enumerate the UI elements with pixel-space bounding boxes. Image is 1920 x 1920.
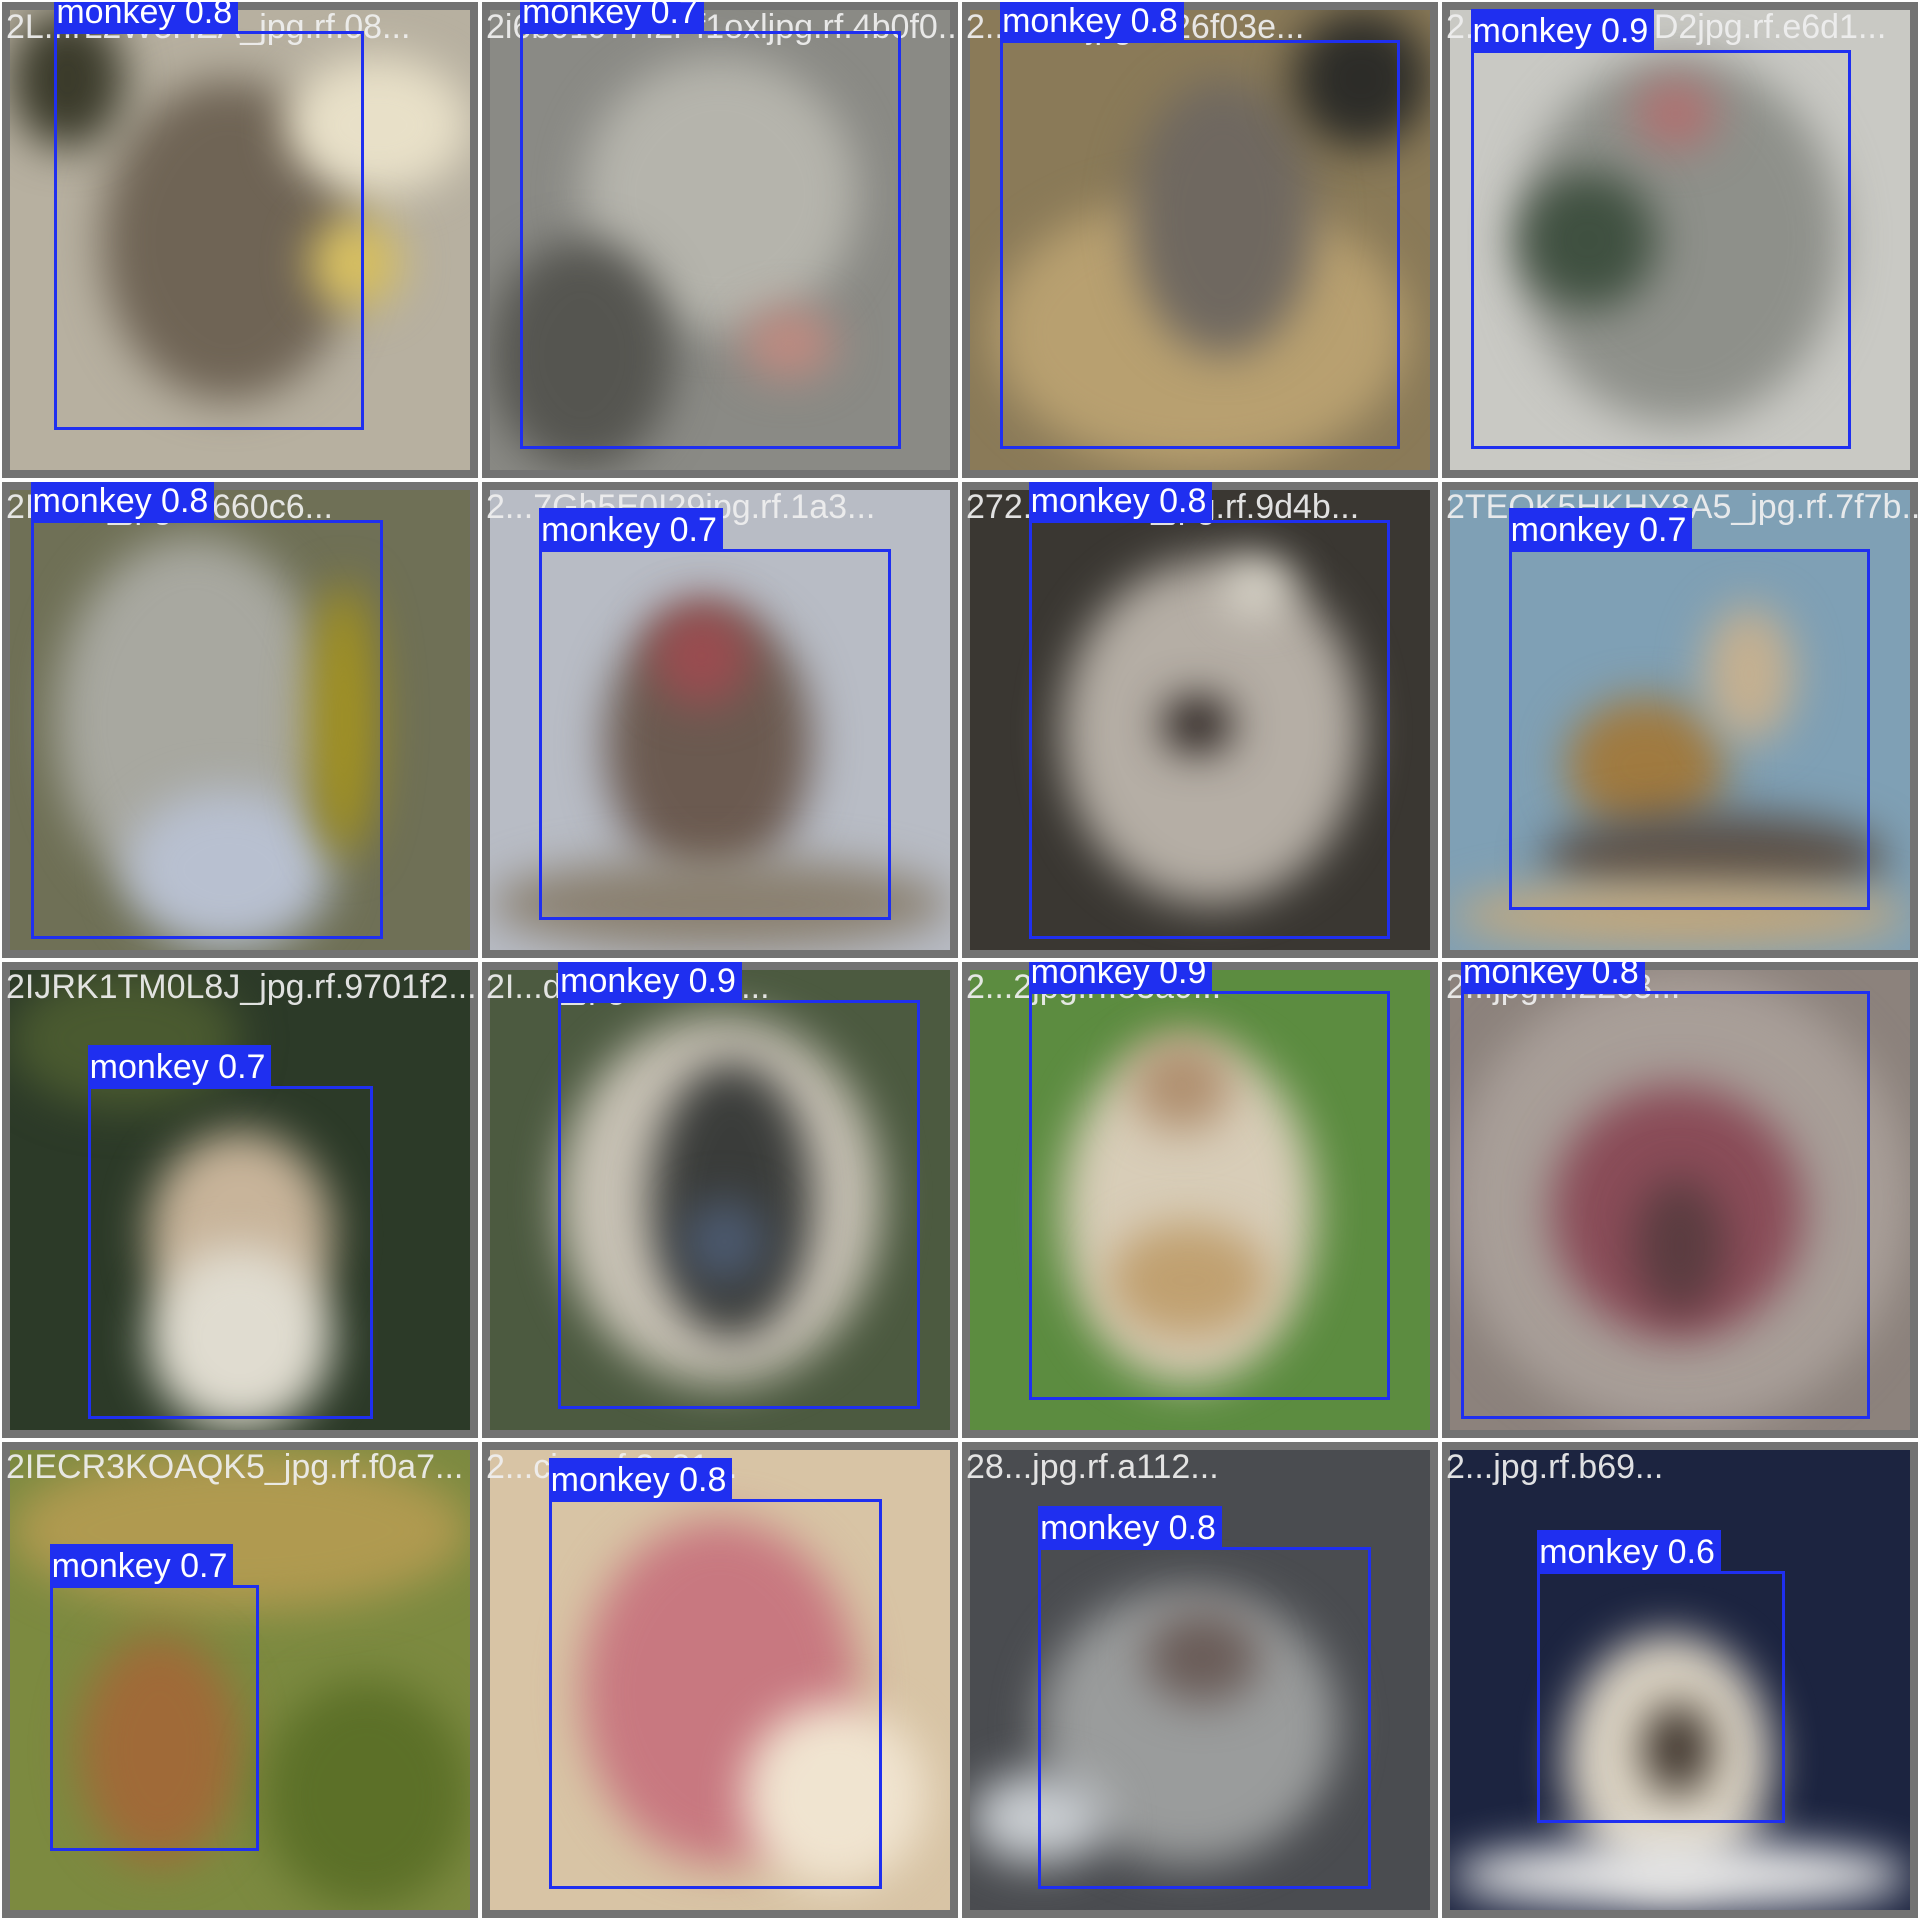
detection-box: monkey 0.8 — [1461, 962, 1871, 1419]
detection-label: monkey 0.8 — [1461, 962, 1645, 994]
image-tile: 272...5D937_jpg.rf.9d4b...monkey 0.8 — [960, 480, 1440, 960]
detection-box: monkey 0.7 — [87, 1044, 374, 1419]
photo-region — [1450, 1841, 1910, 1910]
image-tile: 2I...6G_jpg.rf.660c6...monkey 0.8 — [0, 480, 480, 960]
detection-box: monkey 0.6 — [1537, 1529, 1785, 1823]
image-filename: 2IECR3KOAQK5_jpg.rf.f0a7... — [6, 1448, 464, 1486]
detection-box: monkey 0.9 — [1470, 8, 1852, 450]
detection-box: monkey 0.9 — [558, 962, 920, 1410]
image-tile: 2IJRK1TM0L8J_jpg.rf.9701f2...monkey 0.7 — [0, 960, 480, 1440]
detection-label: monkey 0.8 — [1038, 1505, 1222, 1550]
detection-label: monkey 0.8 — [30, 482, 215, 524]
detection-label: monkey 0.9 — [1470, 8, 1655, 53]
detection-label: monkey 0.7 — [539, 507, 723, 552]
detection-box: monkey 0.8 — [1038, 1505, 1372, 1890]
detection-box: monkey 0.9 — [1028, 962, 1391, 1400]
image-filename: 28...jpg.rf.a112... — [966, 1448, 1219, 1486]
image-tile: 28...jpg.rf.a112... monkey 0.8 — [960, 1440, 1440, 1920]
detection-box: monkey 0.8 — [54, 2, 364, 431]
detection-label: monkey 0.9 — [1028, 962, 1213, 994]
detection-box: monkey 0.7 — [539, 507, 892, 920]
image-filename: 2...jpg.rf.b69... — [1446, 1448, 1664, 1486]
image-tile: 2...cjpg.rf.2c81...monkey 0.8 — [480, 1440, 960, 1920]
image-tile: 2i6b01977f2Pf1oxljpg.rf.4b0f0... monkey 0… — [480, 0, 960, 480]
detection-label: monkey 0.8 — [1028, 482, 1213, 524]
detection-label: monkey 0.7 — [1508, 507, 1693, 552]
image-tile: 2...Gr4D5WI9D2jpg.rf.e6d1... monkey 0.9 — [1440, 0, 1920, 480]
detection-label: monkey 0.7 — [87, 1044, 272, 1089]
detection-box: monkey 0.8 — [30, 482, 383, 939]
photo-region — [263, 1680, 470, 1910]
detection-label: monkey 0.8 — [54, 2, 239, 34]
image-tile: 2I...d_jpg.rf.35ee...monkey 0.9 — [480, 960, 960, 1440]
detection-box: monkey 0.8 — [1000, 2, 1400, 450]
image-filename: 2IJRK1TM0L8J_jpg.rf.9701f2... — [6, 968, 477, 1006]
image-tile: 2...2jpg.rf.e3a0...monkey 0.9 — [960, 960, 1440, 1440]
detection-box: monkey 0.8 — [1028, 482, 1391, 939]
detection-mosaic: 2L...rL2W8HZA_jpg.rf.08...monkey 0.82i6b… — [0, 0, 1920, 1920]
image-tile: 2IECR3KOAQK5_jpg.rf.f0a7...monkey 0.7 — [0, 1440, 480, 1920]
detection-label: monkey 0.9 — [558, 962, 742, 1004]
image-tile: 2...3c3bjpg.rf.26f03e...monkey 0.8 — [960, 0, 1440, 480]
detection-label: monkey 0.6 — [1537, 1529, 1721, 1574]
detection-label: monkey 0.8 — [548, 1458, 733, 1503]
detection-box: monkey 0.7 — [520, 2, 901, 450]
detection-box: monkey 0.7 — [49, 1543, 260, 1852]
image-tile: 2...7Gh5E0I29jpg.rf.1a3...monkey 0.7 — [480, 480, 960, 960]
detection-label: monkey 0.7 — [49, 1543, 234, 1588]
image-tile: 2...jpg.rf.22c3...monkey 0.8 — [1440, 960, 1920, 1440]
detection-box: monkey 0.8 — [548, 1458, 882, 1890]
image-tile: 2TEOK5HKHY8A5_jpg.rf.7f7b...monkey 0.7 — [1440, 480, 1920, 960]
image-tile: 2...jpg.rf.b69... monkey 0.6 — [1440, 1440, 1920, 1920]
detection-label: monkey 0.7 — [520, 2, 704, 34]
image-tile: 2L...rL2W8HZA_jpg.rf.08...monkey 0.8 — [0, 0, 480, 480]
detection-box: monkey 0.7 — [1508, 507, 1871, 911]
detection-label: monkey 0.8 — [1000, 2, 1184, 44]
